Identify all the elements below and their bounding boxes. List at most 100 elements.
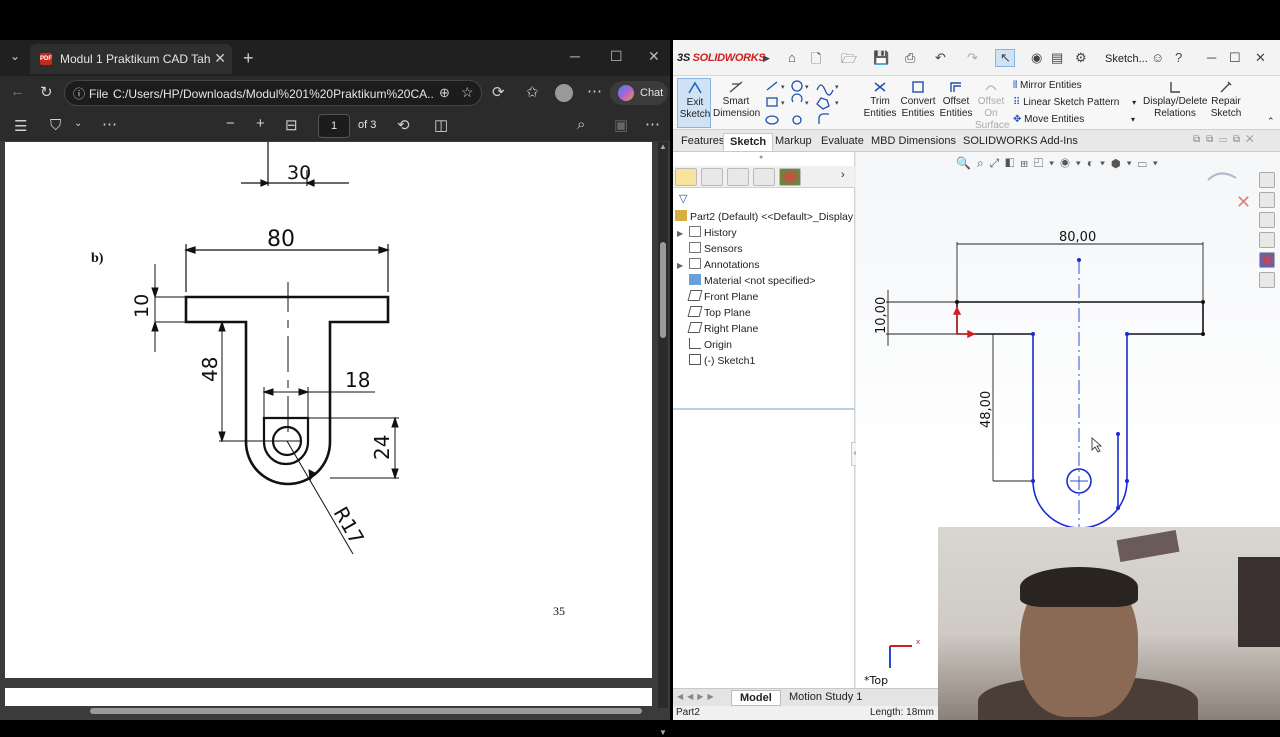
offset-on-surface-button[interactable]: Offset On Surface	[975, 80, 1009, 132]
exit-sketch-button[interactable]: Exit Sketch	[677, 78, 711, 128]
pdf-vertical-scroll-thumb[interactable]	[660, 242, 666, 338]
maximize-icon[interactable]: ☐	[610, 48, 623, 65]
tree-item-annotations[interactable]: ▶ Annotations	[677, 258, 759, 274]
sketch-entity-tools[interactable]: ▾ ▾ ▾ ▾ ▾ ▾	[763, 78, 863, 128]
menu-arrow-icon[interactable]: ▶	[763, 53, 770, 64]
print-icon[interactable]: ⎙	[905, 50, 915, 66]
options-gear-icon[interactable]: ⚙	[1075, 50, 1087, 66]
draw-options-icon[interactable]: ⌄	[74, 118, 82, 129]
tree-item-top-plane[interactable]: Top Plane	[677, 306, 751, 322]
expand-icon[interactable]: ▶	[677, 261, 689, 270]
new-file-icon[interactable]: 🗋	[811, 50, 821, 72]
tree-item-right-plane[interactable]: Right Plane	[677, 322, 758, 338]
tab-sketch[interactable]: Sketch	[723, 133, 774, 151]
confirmation-corner[interactable]: ✕	[1207, 172, 1251, 213]
doc-window-controls[interactable]: ⧉⧉▭⧉✕	[1193, 134, 1260, 145]
undo-icon[interactable]: ↶	[935, 50, 946, 66]
redo-icon[interactable]: ↷	[967, 50, 978, 66]
save-icon[interactable]: 💾	[873, 50, 889, 66]
tab-markup[interactable]: Markup	[769, 133, 818, 151]
minimize-icon[interactable]: ─	[570, 48, 580, 64]
sketch-dim-width[interactable]: 80,00	[1059, 230, 1096, 245]
expand-icon[interactable]: ▶	[677, 229, 689, 238]
sketch-dim-thickness[interactable]: 10,00	[874, 297, 889, 334]
tree-root-part[interactable]: Part2 (Default) <<Default>_Display S	[675, 210, 863, 226]
scroll-up-icon[interactable]: ▲	[659, 142, 667, 151]
linear-pattern-dropdown-icon[interactable]: ▾	[1132, 98, 1136, 107]
move-entities-button[interactable]: ✥ Move Entities ▾	[1013, 114, 1135, 125]
tree-item-history[interactable]: ▶ History	[677, 226, 737, 242]
convert-entities-button[interactable]: Convert Entities	[899, 80, 937, 120]
offset-entities-button[interactable]: Offset Entities	[937, 80, 975, 120]
display-manager-tab[interactable]	[779, 168, 801, 186]
mirror-entities-button[interactable]: ⫴ Mirror Entities	[1013, 80, 1082, 91]
tab-model[interactable]: Model	[731, 690, 781, 706]
move-dropdown-icon[interactable]: ▾	[1131, 115, 1135, 124]
profile-avatar[interactable]	[555, 84, 573, 102]
close-tab-icon[interactable]: ✕	[214, 50, 226, 67]
ribbon-collapse-icon[interactable]: ⌃	[1267, 116, 1275, 127]
fit-page-icon[interactable]: ⊟	[285, 116, 298, 134]
zoom-in-icon[interactable]: +	[256, 115, 265, 132]
feature-tree-tab[interactable]	[675, 168, 697, 186]
extensions-icon[interactable]: ⟳	[492, 83, 505, 101]
filter-icon[interactable]: ▽	[679, 192, 687, 205]
tab-scroll-arrows[interactable]: ◀◀▶▶	[677, 692, 718, 701]
contents-icon[interactable]: ☰	[14, 117, 27, 135]
smart-dimension-button[interactable]: Smart Dimension	[713, 80, 760, 120]
zoom-icon[interactable]: ⊕	[439, 85, 450, 101]
tree-item-origin[interactable]: Origin	[677, 338, 732, 354]
open-icon[interactable]: 🗁	[841, 50, 857, 72]
tab-mbd-dimensions[interactable]: MBD Dimensions	[865, 133, 962, 151]
save-icon[interactable]: ▣	[614, 116, 628, 134]
new-tab-icon[interactable]: +	[243, 48, 254, 69]
page-number-input[interactable]: 1	[318, 114, 350, 138]
tabs-more-icon[interactable]: ›	[841, 169, 845, 181]
dimxpert-tab[interactable]	[753, 168, 775, 186]
browser-tab-pdf[interactable]: PDF Modul 1 Praktikum CAD Tahun 20 ✕	[30, 44, 232, 74]
home-icon[interactable]: ⌂	[788, 50, 796, 65]
refresh-icon[interactable]: ↻	[40, 83, 53, 101]
tree-item-front-plane[interactable]: Front Plane	[677, 290, 758, 306]
file-properties-icon[interactable]: ▤	[1051, 50, 1063, 66]
tree-item-sensors[interactable]: Sensors	[677, 242, 743, 258]
page-view-icon[interactable]: ◫	[434, 116, 448, 134]
tab-solidworks-addins[interactable]: SOLIDWORKS Add-Ins	[957, 133, 1084, 151]
sketch-dim-height[interactable]: 48,00	[979, 391, 994, 428]
maximize-icon[interactable]: ☐	[1229, 50, 1241, 66]
cancel-sketch-icon[interactable]: ✕	[1236, 192, 1251, 213]
pdf-more-icon[interactable]: ⋯	[645, 115, 660, 133]
display-delete-relations-button[interactable]: Display/Delete Relations	[1143, 80, 1207, 120]
tab-list-icon[interactable]: ⌄	[10, 49, 20, 63]
user-icon[interactable]: ☺	[1151, 50, 1164, 65]
rotate-icon[interactable]: ⟲	[397, 116, 410, 134]
back-icon[interactable]: ←	[10, 83, 25, 100]
tab-evaluate[interactable]: Evaluate	[815, 133, 870, 151]
zoom-out-icon[interactable]: −	[226, 115, 235, 132]
tree-item-material[interactable]: Material <not specified>	[677, 274, 815, 290]
tab-motion-study[interactable]: Motion Study 1	[789, 691, 862, 703]
search-icon[interactable]: ⌕	[577, 116, 585, 133]
minimize-icon[interactable]: ─	[1207, 50, 1216, 65]
pdf-horizontal-scroll-thumb[interactable]	[90, 708, 642, 714]
repair-sketch-button[interactable]: Repair Sketch	[1207, 80, 1245, 120]
close-icon[interactable]: ✕	[1255, 50, 1266, 66]
traffic-light-icon[interactable]: ◉	[1031, 50, 1042, 66]
scroll-down-icon[interactable]: ▼	[659, 728, 667, 737]
tree-item-sketch1[interactable]: (-) Sketch1	[677, 354, 755, 370]
more-tools-icon[interactable]: ⋯	[102, 115, 117, 133]
help-icon[interactable]: ?	[1175, 50, 1182, 65]
configuration-tab[interactable]	[727, 168, 749, 186]
favorite-star-icon[interactable]: ☆	[461, 84, 474, 101]
property-manager-tab[interactable]	[701, 168, 723, 186]
close-window-icon[interactable]: ✕	[648, 48, 660, 65]
address-bar[interactable]: ⓘ File C:/Users/HP/Downloads/Modul%201%2…	[64, 80, 482, 106]
url-text[interactable]: C:/Users/HP/Downloads/Modul%201%20Prakti…	[113, 87, 433, 101]
favorites-icon[interactable]: ✩	[526, 83, 539, 101]
panel-drag-handle[interactable]: ●	[759, 154, 763, 161]
linear-pattern-button[interactable]: ⠿ Linear Sketch Pattern ▾	[1013, 97, 1136, 108]
info-icon[interactable]: ⓘ	[73, 85, 85, 102]
copilot-chat-button[interactable]: Chat	[610, 81, 668, 105]
trim-entities-button[interactable]: Trim Entities	[863, 80, 897, 120]
draw-icon[interactable]: ⛉	[50, 117, 61, 134]
